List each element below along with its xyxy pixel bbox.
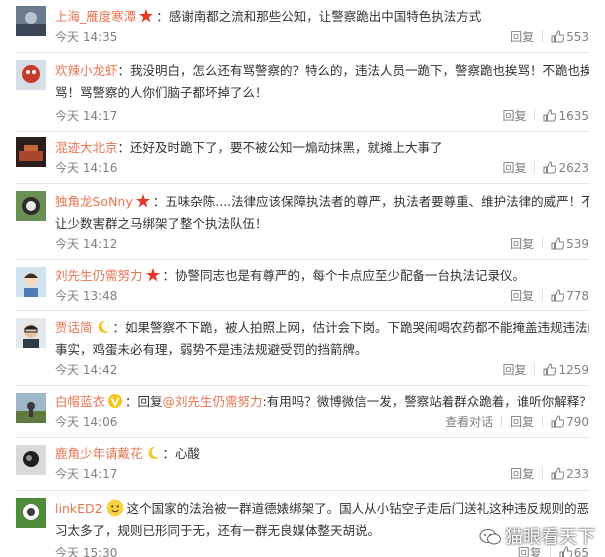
star-badge-icon[interactable]: [139, 9, 154, 23]
action-separator: [534, 363, 536, 375]
action-separator: [542, 30, 544, 42]
like-count: 778: [566, 289, 589, 303]
star-badge-icon[interactable]: [145, 268, 160, 282]
wechat-icon: [479, 529, 501, 545]
comment-time: 今天 14:35: [55, 30, 118, 44]
avatar[interactable]: [16, 393, 46, 423]
moon-badge-icon[interactable]: [96, 320, 110, 334]
comment-text: ：我没明白，怎么还有骂警察的？特么的，违法人员一跪下，警察跪也挨骂！不跪也挨: [117, 63, 589, 78]
username[interactable]: linkED2: [55, 501, 103, 516]
thumbs-up-icon[interactable]: [543, 161, 557, 174]
comment-text: ：五味杂陈....法律应该保障执法者的尊严，执法者要尊重、维护法律的威严！不能: [152, 194, 589, 209]
action-separator: [534, 109, 536, 121]
thumbs-up-icon[interactable]: [551, 237, 565, 250]
comment-text: :有用吗？微博微信一发，警察站着群众跪着，谁听你解释？: [262, 394, 589, 409]
action-separator: [542, 467, 544, 479]
moon-badge-icon[interactable]: [146, 446, 160, 460]
reply-button[interactable]: 回复: [510, 465, 534, 482]
watermark: 猫眼看天下: [479, 523, 595, 549]
avatar[interactable]: [16, 191, 46, 221]
comment-text: ：协警同志也是有尊严的，每个卡点应至少配备一台执法记录仪。: [162, 268, 526, 283]
reply-button[interactable]: 回复: [510, 413, 534, 430]
comment-feed: 上海_雁度寒潭 ：感谢南都之流和那些公知，让警察跪出中国特色执法方式 今天 14:…: [0, 0, 605, 557]
reply-button[interactable]: 回复: [502, 159, 526, 176]
like-count: 553: [566, 30, 589, 44]
comment-text-continued: 事实，鸡蛋未必有理，弱势不是违法规避受罚的挡箭牌。: [55, 342, 368, 357]
action-separator: [542, 415, 544, 427]
avatar[interactable]: [16, 498, 46, 528]
divider: [15, 131, 590, 132]
thumbs-up-icon[interactable]: [551, 289, 565, 302]
divider: [15, 52, 590, 53]
thumbs-up-icon[interactable]: [543, 363, 557, 376]
avatar[interactable]: [16, 267, 46, 297]
username[interactable]: 上海_雁度寒潭: [55, 9, 136, 24]
thumbs-up-icon[interactable]: [543, 109, 557, 122]
verified-v-icon[interactable]: [108, 394, 123, 408]
comment-text: ：还好及时跪下了，要不被公知一煽动抹黑，就摊上大事了: [117, 140, 443, 155]
like-count: 790: [566, 415, 589, 429]
avatar[interactable]: [16, 137, 46, 167]
comment-time: 今天 14:17: [55, 109, 118, 123]
username[interactable]: 混迹大北京: [55, 140, 118, 155]
avatar[interactable]: [16, 445, 46, 475]
comment-time: 今天 13:48: [55, 289, 118, 303]
thumbs-up-icon[interactable]: [551, 415, 565, 428]
action-separator: [542, 289, 544, 301]
comment-text: ：如果警察不下跪，被人拍照上网，估计会下岗。下跪哭闹喝农药都不能掩盖违规违法的: [112, 320, 589, 335]
avatar[interactable]: [16, 6, 46, 36]
view-dialog-button[interactable]: 查看对话: [445, 413, 493, 430]
like-count: 2623: [558, 161, 589, 175]
comment-time: 今天 14:42: [55, 363, 118, 377]
watermark-text: 猫眼看天下: [505, 527, 595, 548]
emoji-face-icon: [106, 499, 124, 517]
comment-text-continued: 让少数害群之马绑架了整个执法队伍！: [55, 216, 268, 231]
username[interactable]: 白帽蓝衣: [55, 394, 105, 409]
thumbs-up-icon[interactable]: [551, 30, 565, 43]
comment-text: ：感谢南都之流和那些公知，让警察跪出中国特色执法方式: [156, 9, 482, 24]
comment-text: ：心酸: [162, 446, 201, 461]
star-badge-icon[interactable]: [135, 194, 150, 208]
divider: [15, 490, 590, 491]
comment-text-continued: 骂！骂警察的人你们脑子都坏掉了么！: [55, 85, 268, 100]
username[interactable]: 鹿角少年请戴花: [55, 446, 143, 461]
action-separator: [501, 415, 503, 427]
thumbs-up-icon[interactable]: [551, 467, 565, 480]
comment-time: 今天 14:06: [55, 415, 118, 429]
username[interactable]: 独角龙SoNny: [55, 194, 133, 209]
like-count: 539: [566, 237, 589, 251]
divider: [15, 259, 590, 260]
comment-time: 今天 15:30: [55, 546, 118, 557]
reply-button[interactable]: 回复: [510, 235, 534, 252]
username[interactable]: 欢辣小龙虾: [55, 63, 118, 78]
reply-button[interactable]: 回复: [502, 361, 526, 378]
comment-time: 今天 14:16: [55, 161, 118, 175]
username[interactable]: 贾话简: [55, 320, 93, 335]
reply-button[interactable]: 回复: [510, 287, 534, 304]
action-separator: [534, 161, 536, 173]
avatar[interactable]: [16, 318, 46, 348]
comment-text-continued: 习太多了，规则已形同于无，还有一群无良媒体整天胡说。: [55, 523, 381, 538]
comment-time: 今天 14:12: [55, 237, 118, 251]
avatar[interactable]: [16, 60, 46, 90]
divider: [15, 310, 590, 311]
comment-text: ：回复: [125, 394, 163, 409]
reply-button[interactable]: 回复: [502, 107, 526, 124]
mention-link[interactable]: @刘先生仍需努力: [163, 394, 263, 409]
divider: [15, 183, 590, 184]
divider: [15, 437, 590, 438]
action-separator: [542, 237, 544, 249]
username[interactable]: 刘先生仍需努力: [55, 268, 143, 283]
comment-text: 这个国家的法治被一群道德婊绑架了。国人从小钻空子走后门送礼这种违反规则的恶: [126, 501, 589, 516]
reply-button[interactable]: 回复: [510, 28, 534, 45]
divider: [15, 385, 590, 386]
like-count: 233: [566, 467, 589, 481]
comment-time: 今天 14:17: [55, 467, 118, 481]
like-count: 1259: [558, 363, 589, 377]
like-count: 1635: [558, 109, 589, 123]
